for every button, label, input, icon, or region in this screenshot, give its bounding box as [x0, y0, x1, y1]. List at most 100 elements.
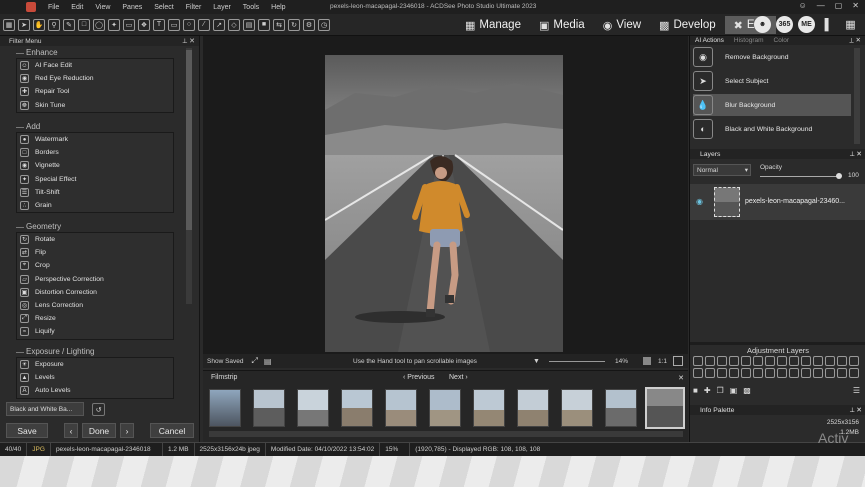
opacity-slider[interactable]: [760, 176, 838, 177]
visibility-eye-icon[interactable]: ◉: [696, 197, 703, 206]
adjustment-icon[interactable]: [765, 356, 775, 366]
menu-edit[interactable]: Edit: [65, 4, 89, 11]
histogram-toggle-icon[interactable]: ▤: [264, 357, 272, 366]
fit-icon[interactable]: ⤢: [252, 356, 258, 366]
adjustment-icon[interactable]: [765, 368, 775, 378]
preset-dropdown[interactable]: Black and White Ba...: [6, 402, 84, 416]
adjustment-icon[interactable]: [801, 356, 811, 366]
fullscreen-icon[interactable]: [673, 356, 683, 366]
filmstrip-next[interactable]: Next ›: [449, 374, 468, 381]
filmstrip-thumb[interactable]: [209, 389, 241, 427]
filter-exposure[interactable]: ☀ Exposure: [17, 358, 173, 371]
menu-help[interactable]: Help: [265, 4, 291, 11]
menu-icon[interactable]: ☰: [853, 386, 860, 395]
filmstrip-thumb[interactable]: [473, 389, 505, 427]
panel-pin-close-icon[interactable]: ⟂ ✕: [183, 37, 195, 46]
user-icon[interactable]: ☺: [799, 1, 807, 10]
panel-pin-close-icon[interactable]: ⟂ ✕: [849, 36, 861, 45]
menu-layer[interactable]: Layer: [207, 4, 237, 11]
adjustment-icon[interactable]: [717, 356, 727, 366]
tab-color[interactable]: Color: [769, 37, 795, 44]
adjustment-icon[interactable]: [717, 368, 727, 378]
shape-tool-icon[interactable]: ◇: [228, 18, 240, 31]
brush-icon[interactable]: ✎: [63, 18, 75, 31]
blend-mode-dropdown[interactable]: Normal ▾: [693, 164, 751, 176]
filmstrip-thumb[interactable]: [385, 389, 417, 427]
new-layer-icon[interactable]: ■: [693, 386, 698, 395]
gradient-tool-icon[interactable]: ▤: [243, 18, 255, 31]
mask-icon[interactable]: ▣: [730, 386, 738, 395]
layout-icon[interactable]: ▦: [3, 18, 15, 31]
face-icon[interactable]: ☻: [754, 16, 771, 33]
filmstrip-thumb[interactable]: [517, 389, 549, 427]
365-badge-icon[interactable]: 365: [776, 16, 793, 33]
swap-color-icon[interactable]: ⇆: [273, 18, 285, 31]
adjustment-icon[interactable]: [813, 368, 823, 378]
ai-actions-scrollbar[interactable]: [854, 48, 860, 144]
zoom-menu-icon[interactable]: [643, 357, 651, 365]
adjustment-icon[interactable]: [729, 368, 739, 378]
cancel-button[interactable]: Cancel: [150, 423, 194, 438]
filmstrip-close-icon[interactable]: ✕: [678, 374, 684, 382]
selection-icon[interactable]: □: [78, 18, 90, 31]
menu-tools[interactable]: Tools: [237, 4, 265, 11]
edited-photo[interactable]: [325, 55, 563, 352]
opacity-slider-handle[interactable]: [836, 173, 842, 179]
filter-rotate[interactable]: ↻ Rotate: [17, 233, 173, 246]
menu-select[interactable]: Select: [148, 4, 179, 11]
layer-row[interactable]: ◉ pexels-leon-macapagal-23460...: [690, 184, 865, 220]
hand-icon[interactable]: ✋: [33, 18, 45, 31]
rotate-tool-icon[interactable]: ↻: [288, 18, 300, 31]
filmstrip-thumb[interactable]: [561, 389, 593, 427]
me-badge-icon[interactable]: ME: [798, 16, 815, 33]
filmstrip-thumb[interactable]: [297, 389, 329, 427]
filter-liquify[interactable]: ≈ Liquify: [17, 325, 173, 338]
filter-repair-tool[interactable]: ✚ Repair Tool: [17, 85, 173, 98]
done-button[interactable]: Done: [82, 423, 116, 438]
pointer-icon[interactable]: ➤: [18, 18, 30, 31]
settings-icon[interactable]: ⚙: [303, 18, 315, 31]
folder-icon[interactable]: ▩: [743, 386, 751, 395]
text-tool-icon[interactable]: T: [153, 18, 165, 31]
save-button[interactable]: Save: [6, 423, 48, 438]
panel-pin-close-icon[interactable]: ⟂ ✕: [850, 406, 862, 415]
tab-media[interactable]: ▣ Media: [530, 16, 594, 34]
tab-manage[interactable]: ▦ Manage: [456, 16, 530, 34]
adjustment-icon[interactable]: [825, 356, 835, 366]
filter-levels[interactable]: ▲ Levels: [17, 371, 173, 384]
adjustment-icon[interactable]: [729, 356, 739, 366]
menu-file[interactable]: File: [42, 4, 65, 11]
ai-blur-background[interactable]: 💧 Blur Background: [693, 94, 851, 116]
adjustment-icon[interactable]: [777, 356, 787, 366]
adjustment-icon[interactable]: [789, 356, 799, 366]
zoom-tool-icon[interactable]: ⚲: [48, 18, 60, 31]
filter-distortion[interactable]: ▣ Distortion Correction: [17, 286, 173, 299]
close-icon[interactable]: ✕: [852, 1, 859, 10]
filter-special-effect[interactable]: ✦ Special Effect: [17, 173, 173, 186]
filter-flip[interactable]: ⇄ Flip: [17, 246, 173, 259]
tab-view[interactable]: ◉ View: [594, 16, 650, 34]
history-icon[interactable]: ◷: [318, 18, 330, 31]
color-picker-icon[interactable]: ■: [258, 18, 270, 31]
rectangle-tool-icon[interactable]: ▭: [168, 18, 180, 31]
adjustment-icon[interactable]: [801, 368, 811, 378]
zoom-dropdown-icon[interactable]: ▼: [533, 358, 540, 365]
ai-bw-background[interactable]: ◐ Black and White Background: [693, 118, 851, 140]
reset-icon[interactable]: ↺: [92, 403, 105, 416]
line-tool-icon[interactable]: ⁄: [198, 18, 210, 31]
filter-resize[interactable]: ⤢ Resize: [17, 312, 173, 325]
filter-skin-tune[interactable]: ☸ Skin Tune: [17, 99, 173, 112]
filmstrip-previous[interactable]: ‹ Previous: [403, 374, 435, 381]
filmstrip-thumb[interactable]: [341, 389, 373, 427]
menu-filter[interactable]: Filter: [180, 4, 208, 11]
show-saved-toggle[interactable]: Show Saved: [207, 358, 244, 365]
eraser-icon[interactable]: ▭: [123, 18, 135, 31]
add-icon[interactable]: ✚: [704, 386, 711, 395]
filter-grain[interactable]: ∴ Grain: [17, 199, 173, 212]
adjustment-icon[interactable]: [837, 368, 847, 378]
magic-wand-icon[interactable]: ✦: [108, 18, 120, 31]
stats-icon[interactable]: ▌: [820, 16, 837, 33]
zoom-slider[interactable]: [549, 361, 605, 362]
adjustment-icon[interactable]: [693, 356, 703, 366]
ai-remove-background[interactable]: ◉ Remove Background: [693, 46, 851, 68]
